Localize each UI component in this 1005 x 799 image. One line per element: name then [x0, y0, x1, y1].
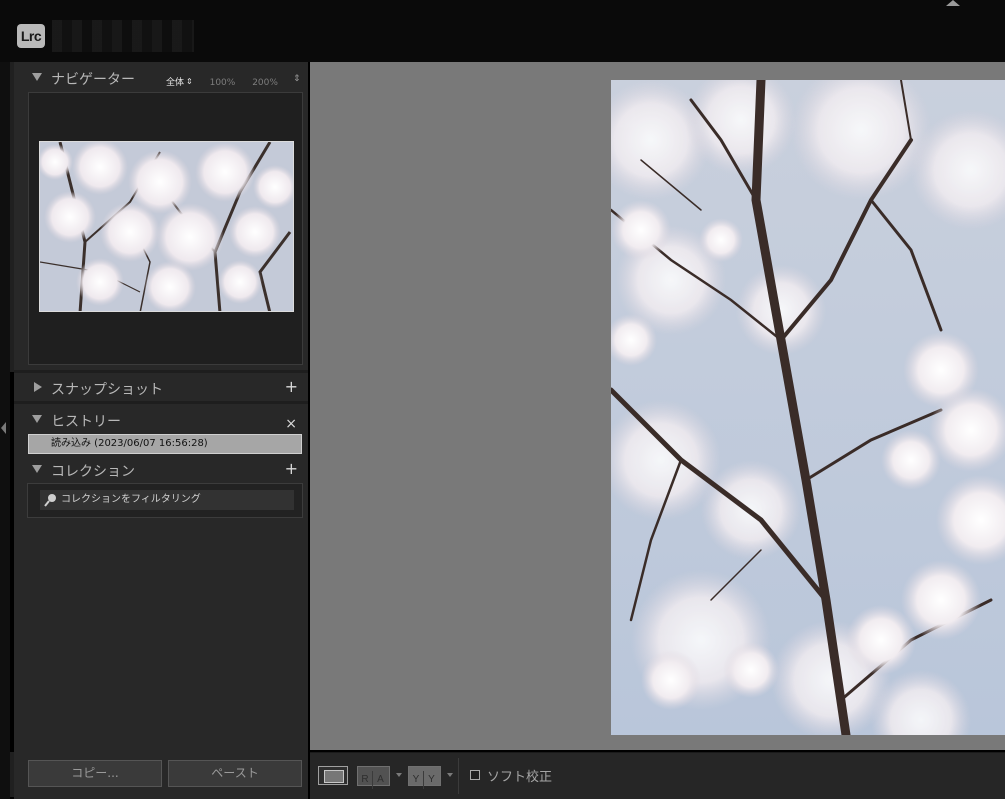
top-panel-toggle-icon[interactable]: [946, 0, 960, 6]
add-collection-plus-icon[interactable]: +: [285, 459, 298, 478]
before-after-view-button[interactable]: RA: [357, 766, 390, 789]
navigator-zoom-options: 全体 ⇕ 100% 200%: [166, 75, 292, 88]
panel-divider: [14, 370, 308, 373]
bottom-toolbar: RA YY ソフト校正: [310, 752, 1005, 799]
paste-button[interactable]: ペースト: [168, 760, 302, 787]
before-after-right-label: A: [377, 774, 384, 785]
title-bar: Lrc: [0, 0, 1005, 62]
triangle-right-icon[interactable]: [34, 382, 42, 392]
before-after-left-label: R: [358, 771, 373, 789]
split-right-label: Y: [428, 774, 435, 785]
soft-proof-label[interactable]: ソフト校正: [487, 766, 552, 785]
zoom-menu-updown-icon[interactable]: ⇕: [293, 74, 301, 84]
history-header[interactable]: ヒストリー: [14, 408, 308, 432]
triangle-down-icon[interactable]: [32, 465, 42, 473]
collection-filter-placeholder: コレクションをフィルタリング: [61, 494, 201, 505]
split-left-label: Y: [409, 771, 424, 789]
cherry-blossom-photo: [611, 80, 1005, 735]
blurred-identity-plate: [52, 20, 194, 52]
left-panel: ナビゲーター 全体 ⇕ 100% 200% ⇕ スナップショット + ヒストリー…: [14, 62, 308, 799]
loupe-view-button[interactable]: [318, 766, 348, 785]
collapse-left-panel-icon[interactable]: [1, 422, 6, 434]
soft-proof-checkbox[interactable]: [470, 770, 480, 780]
triangle-down-icon[interactable]: [32, 73, 42, 81]
main-photo[interactable]: [611, 80, 1005, 735]
triangle-down-icon[interactable]: [32, 415, 42, 423]
collections-header[interactable]: コレクション +: [14, 458, 308, 482]
zoom-200-option[interactable]: 200%: [252, 78, 278, 88]
collections-title: コレクション: [51, 464, 135, 480]
collection-filter-input[interactable]: コレクションをフィルタリング: [40, 490, 294, 510]
search-icon: [44, 494, 56, 507]
clear-history-close-icon[interactable]: ×: [285, 416, 297, 432]
toolbar-separator: [458, 758, 459, 794]
before-after-dropdown-icon[interactable]: [396, 773, 402, 777]
navigator-preview-area: [28, 92, 303, 365]
add-snapshot-plus-icon[interactable]: +: [285, 377, 298, 396]
cherry-blossom-thumbnail-image: [40, 142, 293, 311]
split-dropdown-icon[interactable]: [447, 773, 453, 777]
collections-list: コレクションをフィルタリング: [27, 483, 303, 518]
snapshots-header[interactable]: スナップショット +: [14, 376, 308, 400]
history-item[interactable]: 読み込み (2023/06/07 16:56:28): [28, 434, 302, 454]
navigator-title: ナビゲーター: [51, 72, 135, 88]
panel-divider: [14, 401, 308, 404]
lightroom-logo: Lrc: [17, 24, 45, 48]
main-image-view: [310, 62, 1005, 750]
navigator-thumbnail[interactable]: [39, 141, 294, 312]
snapshots-title: スナップショット: [51, 382, 163, 398]
before-after-split-button[interactable]: YY: [408, 766, 441, 789]
zoom-fit-option[interactable]: 全体 ⇕: [166, 77, 193, 88]
zoom-100-option[interactable]: 100%: [210, 78, 236, 88]
copy-button[interactable]: コピー...: [28, 760, 162, 787]
history-title: ヒストリー: [51, 414, 121, 430]
navigator-header[interactable]: ナビゲーター 全体 ⇕ 100% 200% ⇕: [14, 66, 308, 90]
